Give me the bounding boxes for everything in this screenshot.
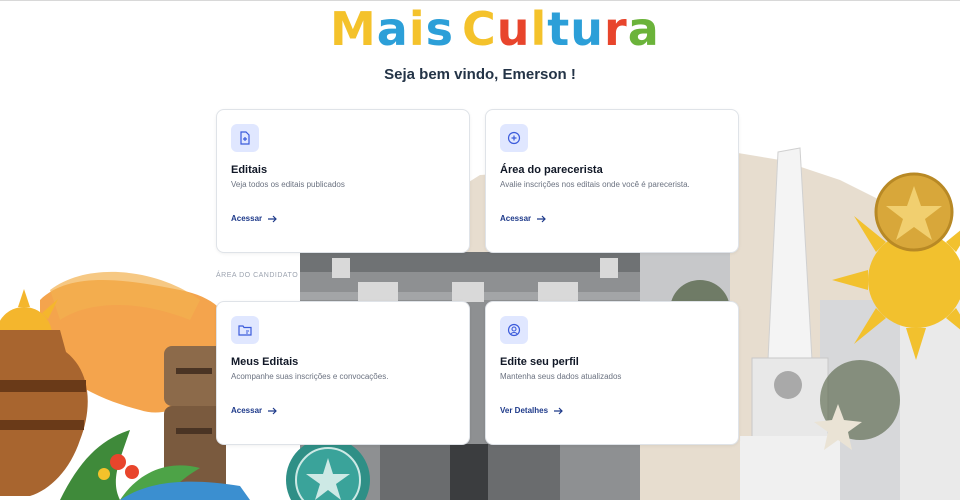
card-title: Edite seu perfil xyxy=(500,356,579,368)
logo-letter: u xyxy=(570,2,603,56)
link-label: Acessar xyxy=(500,214,532,223)
acessar-link[interactable]: Acessar xyxy=(231,406,278,415)
card-title: Meus Editais xyxy=(231,356,299,368)
logo-letter xyxy=(454,6,460,52)
section-label-candidato: ÁREA DO CANDIDATO xyxy=(216,272,299,279)
arrow-right-icon xyxy=(537,215,546,222)
card-edite-perfil[interactable]: Edite seu perfil Mantenha seus dados atu… xyxy=(485,301,739,445)
logo-letter: u xyxy=(496,2,530,56)
logo-letter: C xyxy=(462,2,496,56)
card-description: Acompanhe suas inscrições e convocações. xyxy=(231,372,389,381)
card-meus-editais[interactable]: Meus Editais Acompanhe suas inscrições e… xyxy=(216,301,470,445)
ver-detalhes-link[interactable]: Ver Detalhes xyxy=(500,406,564,415)
card-area-parecerista[interactable]: Área do parecerista Avalie inscrições no… xyxy=(485,109,739,253)
link-label: Acessar xyxy=(231,214,263,223)
logo-letter: i xyxy=(408,2,425,56)
logo-letter: l xyxy=(530,2,547,56)
mais-cultura-logo: Mais Cultura xyxy=(330,2,659,56)
folder-icon xyxy=(231,316,259,344)
plus-circle-icon xyxy=(500,124,528,152)
card-description: Avalie inscrições nos editais onde você … xyxy=(500,180,690,189)
acessar-link[interactable]: Acessar xyxy=(500,214,547,223)
arrow-right-icon xyxy=(554,407,563,414)
card-editais[interactable]: Editais Veja todos os editais publicados… xyxy=(216,109,470,253)
acessar-link[interactable]: Acessar xyxy=(231,214,278,223)
logo-letter: a xyxy=(376,2,408,56)
logo-letter: M xyxy=(330,2,376,56)
logo-letter: s xyxy=(425,2,453,56)
arrow-right-icon xyxy=(268,215,277,222)
welcome-heading: Seja bem vindo, Emerson ! xyxy=(384,66,576,83)
link-label: Ver Detalhes xyxy=(500,406,549,415)
card-description: Mantenha seus dados atualizados xyxy=(500,372,622,381)
logo-letter: a xyxy=(627,2,659,56)
profile-gear-icon xyxy=(500,316,528,344)
card-description: Veja todos os editais publicados xyxy=(231,180,345,189)
card-title: Editais xyxy=(231,164,268,176)
logo-letter: t xyxy=(547,2,569,56)
link-label: Acessar xyxy=(231,406,263,415)
document-icon xyxy=(231,124,259,152)
card-title: Área do parecerista xyxy=(500,164,603,176)
arrow-right-icon xyxy=(268,407,277,414)
logo-letter: r xyxy=(604,2,627,56)
